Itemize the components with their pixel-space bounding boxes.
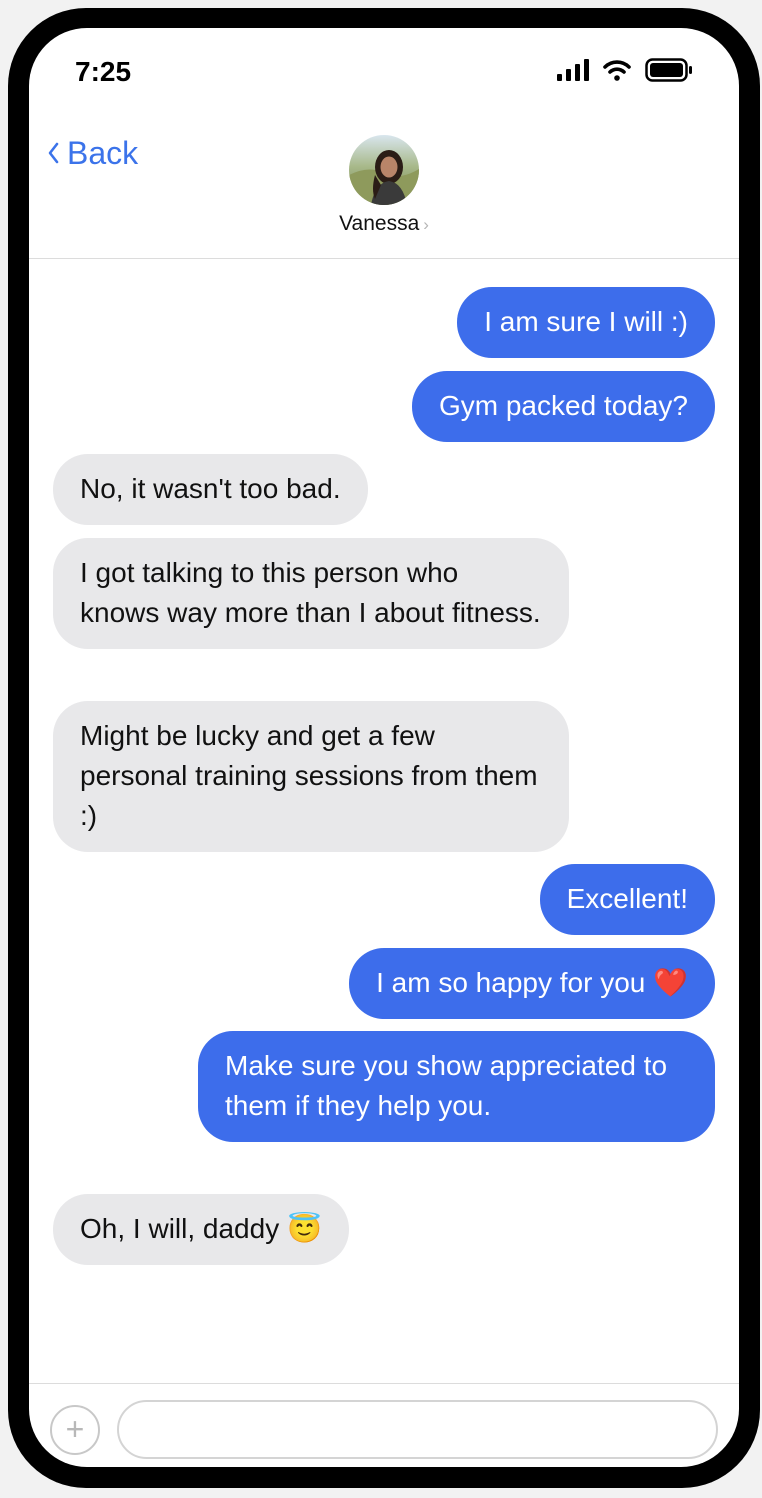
header-divider [29,258,739,259]
message-bubble-outgoing[interactable]: I am so happy for you ❤️ [349,948,715,1019]
messages-screen: 7:25 Back Vanessa › I am sure I will:) … [29,28,739,1467]
phone-frame: 7:25 Back Vanessa › I am sure I will:) … [8,8,760,1488]
message-bubble-outgoing[interactable]: Make sure you show appreciated to them i… [198,1031,715,1142]
back-button[interactable]: Back [47,135,138,172]
contact-name-button[interactable]: Vanessa › [29,212,739,236]
chevron-right-icon: › [423,215,429,234]
message-bubble-incoming[interactable]: I got talking to this person who knows w… [53,538,569,649]
add-attachment-button[interactable]: + [50,1405,100,1455]
message-bubble-incoming[interactable]: No, it wasn't too bad. [53,454,368,525]
message-bubble-outgoing[interactable]: Gym packed today? [411,371,715,442]
plus-icon: + [65,1411,85,1447]
composer-divider [29,1383,739,1384]
wifi-icon [603,59,631,86]
contact-name: Vanessa [339,212,420,235]
avatar[interactable] [349,135,419,205]
message-input[interactable] [117,1400,718,1459]
message-bubble-incoming[interactable]: Might be lucky and get a few personal tr… [53,701,569,852]
status-time: 7:25 [75,56,132,87]
status-icons [557,57,693,87]
cellular-signal-icon [557,58,589,86]
battery-icon [645,57,693,87]
message-bubble-outgoing[interactable]: I am sure I will :) [457,287,715,358]
message-bubble-outgoing[interactable]: Excellent! [539,864,715,935]
message-bubble-incoming[interactable]: Oh, I will, daddy 😇 [53,1194,349,1265]
back-label: Back [67,135,139,171]
chevron-left-icon [47,135,59,172]
